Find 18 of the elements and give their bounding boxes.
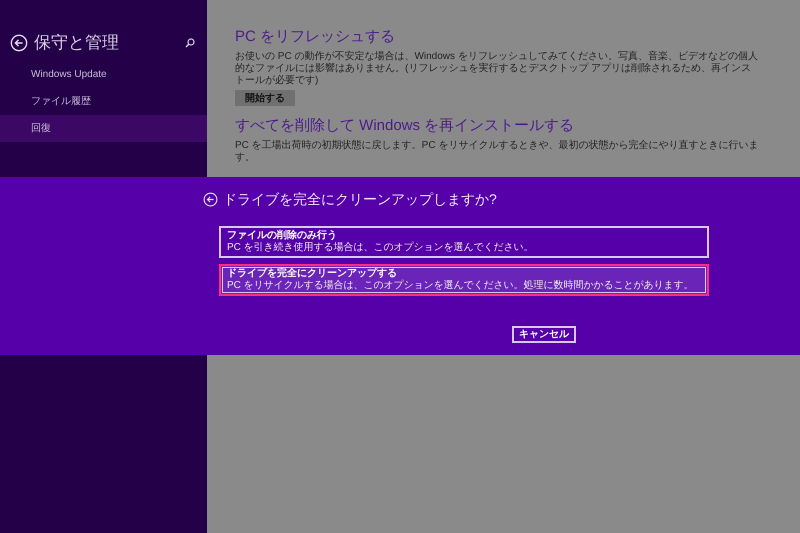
option-button[interactable]: ファイルの削除のみ行う PC を引き続き使用する場合は、このオプションを選んでください。 bbox=[219, 226, 709, 258]
sidebar-title: 保守と管理 bbox=[34, 32, 120, 54]
option-title: ファイルの削除のみ行う bbox=[227, 230, 338, 242]
option-description: PC をリサイクルする場合は、このオプションを選んでください。処理に数時間かかることがあります。 bbox=[227, 280, 695, 292]
dialog-title: ドライブを完全にクリーンアップしますか? bbox=[223, 190, 497, 209]
sidebar-item[interactable]: ファイル履歴 bbox=[0, 88, 207, 115]
option-description: PC を引き続き使用する場合は、このオプションを選んでください。 bbox=[227, 242, 535, 254]
option-button[interactable]: ドライブを完全にクリーンアップする PC をリサイクルする場合は、このオプションを選んでください。処理に数時間かかることがあります。 bbox=[219, 264, 709, 296]
sidebar-item[interactable]: Windows Update bbox=[0, 61, 207, 88]
section-heading: PC をリフレッシュする bbox=[235, 27, 396, 47]
sidebar-item[interactable]: 回復 bbox=[0, 115, 207, 142]
option-title: ドライブを完全にクリーンアップする bbox=[227, 268, 398, 280]
section-description: お使いの PC の動作が不安定な場合は、Windows をリフレッシュしてみてください。写真、音楽、ビデオなどの個人的なファイルには影響はありません。(リフレッシュを実行するとデスクトップ アプリは削除されるため、再インストールが必要です) bbox=[235, 51, 759, 87]
start-button[interactable]: 開始する bbox=[235, 90, 295, 106]
section-description: PC を工場出荷時の初期状態に戻します。PC をリサイクルするときや、最初の状態から完全にやり直すときに行います。 bbox=[235, 140, 760, 164]
section-heading: すべてを削除して Windows を再インストールする bbox=[235, 116, 576, 136]
cancel-button[interactable]: キャンセル bbox=[512, 326, 576, 343]
search-icon[interactable] bbox=[185, 38, 195, 48]
